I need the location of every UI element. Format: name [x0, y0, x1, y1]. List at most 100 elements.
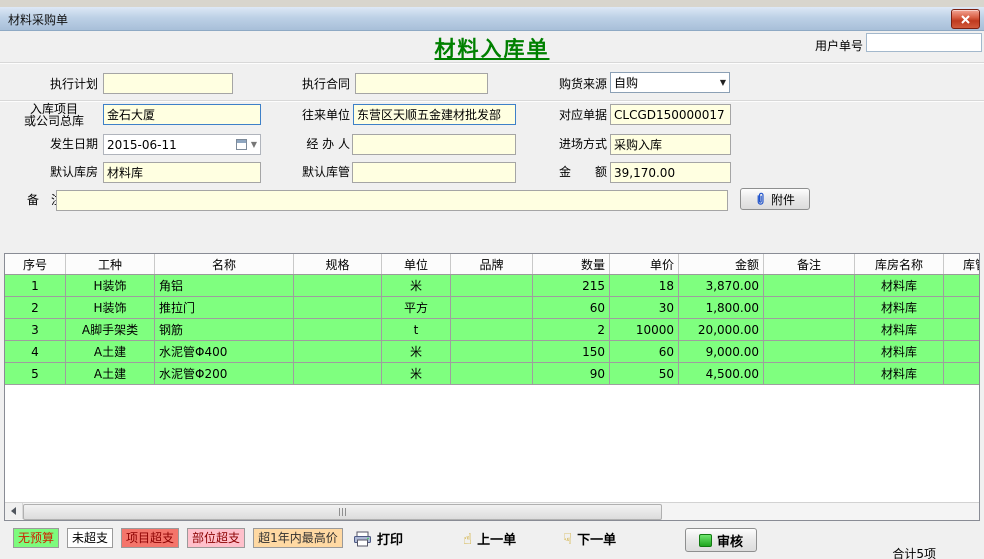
- grid-cell: [294, 341, 382, 363]
- close-button[interactable]: [951, 9, 980, 29]
- table-row[interactable]: 5A土建水泥管Φ200米90504,500.00材料库: [5, 363, 980, 385]
- window-title: 材料采购单: [8, 11, 68, 28]
- grid-cell: [944, 319, 981, 341]
- thumb-grip: [339, 508, 340, 516]
- ref-doc-label: 对应单据: [517, 108, 607, 122]
- separator: [0, 62, 984, 63]
- default-warehouse-input[interactable]: [103, 162, 261, 183]
- entry-mode-label: 进场方式: [517, 137, 607, 151]
- grid-cell: 米: [382, 363, 451, 385]
- date-label: 发生日期: [8, 137, 98, 151]
- grid-cell: 推拉门: [155, 297, 294, 319]
- exec-plan-input[interactable]: [103, 73, 233, 94]
- grid-cell: 米: [382, 341, 451, 363]
- grid-cell: 材料库: [855, 319, 944, 341]
- grid-cell: A土建: [66, 341, 155, 363]
- grid-cell: 材料库: [855, 341, 944, 363]
- grid-col-header[interactable]: 品牌: [451, 254, 533, 275]
- grid-cell: [764, 297, 855, 319]
- grid-cell: 材料库: [855, 297, 944, 319]
- items-grid: 序号工种名称规格单位品牌数量单价金额备注库房名称库管员计划项目 1H装饰角铝米2…: [5, 254, 980, 385]
- grid-cell: 3,870.00: [679, 275, 764, 297]
- grid-col-header[interactable]: 规格: [294, 254, 382, 275]
- grid-col-header[interactable]: 库房名称: [855, 254, 944, 275]
- grid-cell: [944, 275, 981, 297]
- purchase-order-window: 材料采购单 材料入库单 用户单号 执行计划 执行合同 购货来源 自购 ▼ 入库项…: [0, 0, 984, 559]
- grid-cell: 9,000.00: [679, 341, 764, 363]
- grid-col-header[interactable]: 库管员: [944, 254, 981, 275]
- hand-up-icon: ☝: [463, 531, 472, 547]
- vendor-input[interactable]: [353, 104, 516, 125]
- project-label: 入库项目或公司总库: [8, 103, 100, 127]
- default-keeper-input[interactable]: [352, 162, 516, 183]
- audit-button[interactable]: 审核: [685, 528, 757, 552]
- close-icon: [961, 15, 970, 24]
- grid-cell: 60: [610, 341, 679, 363]
- remark-input[interactable]: [56, 190, 728, 211]
- next-order-button[interactable]: ☟ 下一单: [563, 529, 616, 548]
- entry-mode-input[interactable]: [610, 134, 731, 155]
- grid-cell: H装饰: [66, 275, 155, 297]
- attachment-button[interactable]: 附件: [740, 188, 810, 210]
- previous-order-label: 上一单: [477, 529, 516, 548]
- next-order-label: 下一单: [577, 529, 616, 548]
- table-row[interactable]: 1H装饰角铝米215183,870.00材料库: [5, 275, 980, 297]
- window-titlebar[interactable]: 材料采购单: [0, 7, 984, 31]
- grid-cell: 4: [5, 341, 66, 363]
- scroll-left-button[interactable]: [5, 503, 23, 519]
- purchase-source-label: 购货来源: [517, 77, 607, 91]
- grid-cell: 米: [382, 275, 451, 297]
- legend-badges: 无预算未超支项目超支部位超支超1年内最高价: [13, 528, 343, 548]
- attachment-button-label: 附件: [771, 191, 795, 208]
- legend-badge: 部位超支: [187, 528, 245, 548]
- grid-col-header[interactable]: 金额: [679, 254, 764, 275]
- default-keeper-label: 默认库管: [260, 165, 350, 179]
- grid-col-header[interactable]: 名称: [155, 254, 294, 275]
- table-row[interactable]: 4A土建水泥管Φ400米150609,000.00材料库: [5, 341, 980, 363]
- grid-cell: 4,500.00: [679, 363, 764, 385]
- date-value: 2015-06-11: [107, 138, 236, 152]
- user-no-input[interactable]: [866, 33, 982, 52]
- grid-cell: H装饰: [66, 297, 155, 319]
- handler-label: 经 办 人: [260, 137, 350, 151]
- amount-input[interactable]: [610, 162, 731, 183]
- grid-cell: [451, 319, 533, 341]
- grid-col-header[interactable]: 单位: [382, 254, 451, 275]
- project-input[interactable]: [103, 104, 261, 125]
- grid-cell: [451, 363, 533, 385]
- grid-cell: 10000: [610, 319, 679, 341]
- table-row[interactable]: 2H装饰推拉门平方60301,800.00材料库: [5, 297, 980, 319]
- grid-cell: [764, 319, 855, 341]
- grid-col-header[interactable]: 备注: [764, 254, 855, 275]
- grid-col-header[interactable]: 单价: [610, 254, 679, 275]
- handler-input[interactable]: [352, 134, 516, 155]
- horizontal-scrollbar[interactable]: [5, 502, 979, 520]
- table-row[interactable]: 3A脚手架类钢筋t21000020,000.00材料库: [5, 319, 980, 341]
- grid-cell: [451, 275, 533, 297]
- ref-doc-input[interactable]: [610, 104, 731, 125]
- print-button[interactable]: 打印: [353, 529, 403, 548]
- chevron-down-icon: ▼: [720, 78, 726, 87]
- default-warehouse-label: 默认库房: [8, 165, 98, 179]
- grid-cell: 215: [533, 275, 610, 297]
- grid-cell: [451, 341, 533, 363]
- exec-contract-input[interactable]: [355, 73, 488, 94]
- grid-col-header[interactable]: 序号: [5, 254, 66, 275]
- items-grid-panel: 序号工种名称规格单位品牌数量单价金额备注库房名称库管员计划项目 1H装饰角铝米2…: [4, 253, 980, 521]
- grid-body: 1H装饰角铝米215183,870.00材料库2H装饰推拉门平方60301,80…: [5, 275, 980, 385]
- previous-order-button[interactable]: ☝ 上一单: [463, 529, 516, 548]
- grid-cell: [294, 319, 382, 341]
- grid-cell: 18: [610, 275, 679, 297]
- grid-col-header[interactable]: 工种: [66, 254, 155, 275]
- grid-col-header[interactable]: 数量: [533, 254, 610, 275]
- scrollbar-thumb[interactable]: [23, 504, 662, 520]
- grid-cell: 2: [5, 297, 66, 319]
- date-picker[interactable]: 2015-06-11 ▼: [103, 134, 261, 155]
- total-items-label: 合计5项: [892, 545, 936, 559]
- user-no-label: 用户单号: [815, 37, 863, 54]
- grid-cell: [294, 275, 382, 297]
- grid-cell: [944, 297, 981, 319]
- legend-badge: 超1年内最高价: [253, 528, 343, 548]
- grid-cell: [764, 363, 855, 385]
- purchase-source-dropdown[interactable]: 自购 ▼: [610, 72, 730, 93]
